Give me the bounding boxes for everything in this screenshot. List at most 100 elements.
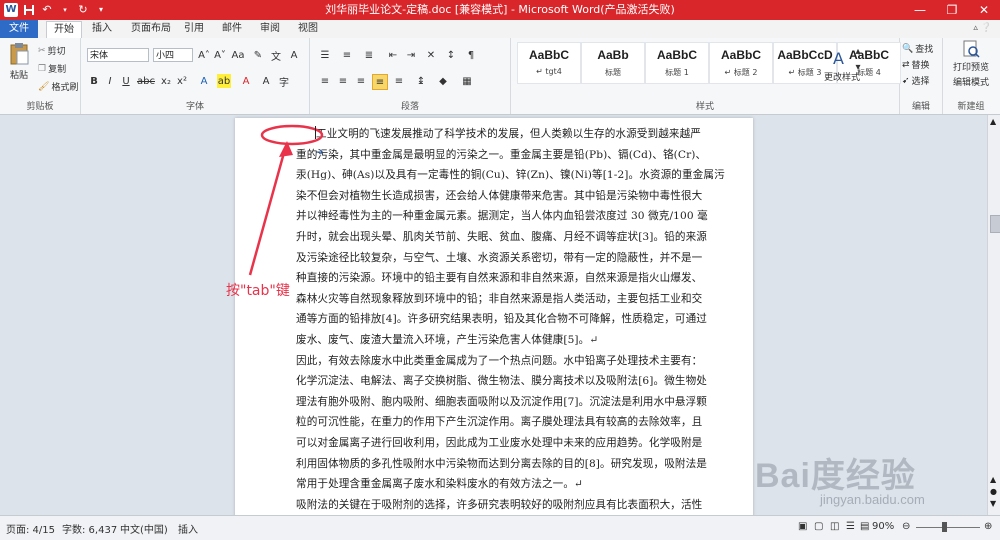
- tab-view[interactable]: 视图: [294, 21, 322, 37]
- line-spacing-icon[interactable]: ↨: [414, 74, 428, 88]
- redo-icon[interactable]: ↻: [76, 3, 90, 17]
- customize-qat-icon[interactable]: ▾: [94, 3, 108, 17]
- cut-button[interactable]: ✂ 剪切: [38, 44, 66, 58]
- tab-insert[interactable]: 插入: [88, 21, 116, 37]
- zoom-level[interactable]: 90%: [872, 521, 894, 532]
- style-item[interactable]: AaBbC 标题 1: [645, 42, 709, 84]
- highlight-icon[interactable]: ab: [217, 74, 231, 88]
- view-full-screen-icon[interactable]: ▢: [814, 521, 823, 532]
- shrink-font-icon[interactable]: A˅: [213, 48, 227, 62]
- strikethrough-icon[interactable]: abc: [137, 74, 155, 88]
- tab-references[interactable]: 引用: [180, 21, 208, 37]
- find-button[interactable]: 🔍 查找: [902, 42, 933, 56]
- vertical-scrollbar[interactable]: ▲ ▲ ● ▼: [987, 115, 1000, 515]
- font-size-combo[interactable]: 小四: [153, 48, 193, 62]
- dropdown-arrow-icon[interactable]: ▾: [58, 3, 72, 17]
- scroll-up-icon[interactable]: ▲: [990, 117, 996, 126]
- undo-icon[interactable]: ↶: [40, 3, 54, 17]
- zoom-in-icon[interactable]: ⊕: [984, 521, 992, 532]
- numbering-icon[interactable]: ≡: [340, 48, 354, 62]
- zoom-slider-thumb[interactable]: [942, 522, 947, 532]
- clear-format-icon[interactable]: ✎: [251, 48, 265, 62]
- text-effects-icon[interactable]: A: [197, 74, 211, 88]
- close-button[interactable]: ✕: [968, 0, 1000, 20]
- copy-button[interactable]: ❐ 复制: [38, 62, 66, 76]
- superscript-icon[interactable]: x²: [175, 74, 189, 88]
- shading-icon[interactable]: ◆: [436, 74, 450, 88]
- document-line: 粒的可沉性能，在重力的作用下产生沉淀作用。离子膜处理法具有较高的去除效率，且: [296, 416, 703, 429]
- ribbon: 粘贴 ✂ 剪切 ❐ 复制 🖌 格式刷 剪贴板 宋体 小四 A˄ A˅ Aa ✎ 文 A…: [0, 38, 1000, 115]
- show-marks-icon[interactable]: ¶: [464, 48, 478, 62]
- bullets-icon[interactable]: ☰: [318, 48, 332, 62]
- tab-file[interactable]: 文件: [0, 20, 38, 38]
- style-name: 标题 1: [665, 68, 689, 77]
- document-line: 吸附法的关键在于吸附剂的选择，许多研究表明较好的吸附剂应具有比表面积大，活性: [296, 498, 703, 511]
- tab-mailings[interactable]: 邮件: [218, 21, 246, 37]
- select-button[interactable]: ➹ 选择: [902, 74, 930, 88]
- document-page[interactable]: 工业文明的飞速发展推动了科学技术的发展，但人类赖以生存的水源受到越来越严 重的污染…: [235, 118, 753, 515]
- insert-mode[interactable]: 插入: [178, 521, 198, 536]
- styles-group-label: 样式: [695, 102, 714, 112]
- align-right-icon[interactable]: ≡: [354, 74, 368, 88]
- page-indicator[interactable]: 页面: 4/15: [6, 521, 55, 536]
- grow-font-icon[interactable]: A˄: [197, 48, 211, 62]
- baidu-watermark-url: jingyan.baidu.com: [820, 492, 925, 507]
- restore-button[interactable]: ❐: [936, 0, 968, 20]
- view-web-icon[interactable]: ◫: [830, 521, 839, 532]
- tab-home[interactable]: 开始: [46, 21, 82, 39]
- view-outline-icon[interactable]: ☰: [846, 521, 855, 532]
- phonetic-guide-icon[interactable]: 文: [269, 48, 283, 63]
- style-name: ↵ 标题 2: [724, 68, 758, 77]
- decrease-indent-icon[interactable]: ⇤: [386, 48, 400, 62]
- subscript-icon[interactable]: x₂: [159, 74, 173, 88]
- italic-icon[interactable]: I: [103, 74, 117, 88]
- enclose-char-icon[interactable]: 字: [277, 74, 291, 89]
- minimize-button[interactable]: —: [904, 0, 936, 20]
- style-item[interactable]: AaBbC ↵ 标题 2: [709, 42, 773, 84]
- borders-icon[interactable]: ▦: [460, 74, 474, 88]
- print-preview-icon: [963, 40, 980, 58]
- language-indicator[interactable]: 中文(中国): [120, 521, 168, 536]
- chinese-layout-icon[interactable]: ✕: [424, 48, 438, 62]
- baidu-watermark: Bai度经验: [755, 457, 916, 495]
- justify-icon[interactable]: ≡: [372, 74, 388, 90]
- char-shading-icon[interactable]: A: [259, 74, 273, 88]
- increase-indent-icon[interactable]: ⇥: [404, 48, 418, 62]
- word-logo-icon[interactable]: W: [4, 3, 18, 17]
- view-print-layout-icon[interactable]: ▣: [798, 521, 807, 532]
- zoom-out-icon[interactable]: ⊖: [902, 521, 910, 532]
- browse-object-icon[interactable]: ●: [990, 487, 997, 496]
- tab-page-layout[interactable]: 页面布局: [128, 21, 174, 37]
- change-case-icon[interactable]: Aa: [231, 48, 245, 62]
- document-line: 种直接的污染源。环境中的铅主要有自然来源和非自然来源，自然来源是指火山爆发、: [296, 272, 703, 285]
- align-center-icon[interactable]: ≡: [336, 74, 350, 88]
- format-painter-button[interactable]: 🖌 格式刷: [38, 80, 78, 94]
- prev-page-icon[interactable]: ▲: [990, 475, 996, 484]
- distributed-icon[interactable]: ≡: [392, 74, 406, 88]
- align-left-icon[interactable]: ≡: [318, 74, 332, 88]
- replace-button[interactable]: ⇄ 替换: [902, 58, 930, 72]
- tab-review[interactable]: 审阅: [256, 21, 284, 37]
- next-page-icon[interactable]: ▼: [990, 499, 996, 508]
- paste-button[interactable]: 粘贴: [6, 42, 32, 82]
- style-item[interactable]: AaBb 标题: [581, 42, 645, 84]
- document-line: 化学沉淀法、电解法、离子交换树脂、微生物法、膜分离技术以及吸附法[6]。微生物处: [296, 375, 707, 388]
- style-item[interactable]: AaBbC ↵ tgt4: [517, 42, 581, 84]
- ribbon-tab-bar: 文件 开始 插入 页面布局 引用 邮件 审阅 视图 ▵ ❔: [0, 20, 1000, 39]
- print-preview-button[interactable]: 打印预览 编辑模式: [945, 40, 997, 88]
- help-icon[interactable]: ▵ ❔: [973, 23, 992, 33]
- char-border-icon[interactable]: A: [287, 48, 301, 62]
- sort-icon[interactable]: ↕: [444, 48, 458, 62]
- save-icon[interactable]: [22, 3, 36, 17]
- zoom-slider[interactable]: [916, 527, 980, 528]
- font-name-combo[interactable]: 宋体: [87, 48, 149, 62]
- word-count[interactable]: 字数: 6,437: [62, 521, 117, 536]
- underline-icon[interactable]: U: [119, 74, 133, 88]
- document-line: 工业文明的飞速发展推动了科学技术的发展，但人类赖以生存的水源受到越来越严: [316, 128, 701, 140]
- scroll-thumb[interactable]: [990, 215, 1000, 233]
- view-draft-icon[interactable]: ▤: [860, 521, 869, 532]
- multilevel-list-icon[interactable]: ≣: [362, 48, 376, 62]
- bold-icon[interactable]: B: [87, 74, 101, 88]
- change-styles-button[interactable]: A 更改样式: [820, 40, 864, 90]
- font-color-icon[interactable]: A: [239, 74, 253, 88]
